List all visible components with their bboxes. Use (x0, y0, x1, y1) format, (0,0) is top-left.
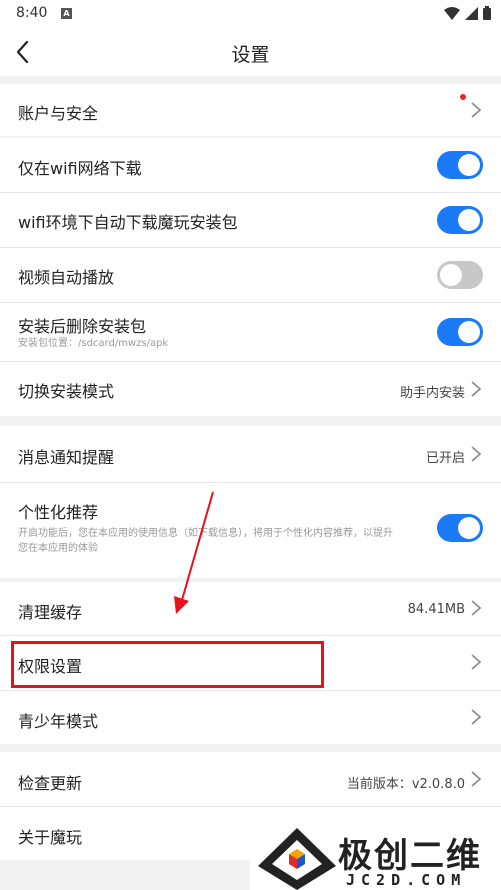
notifications-label: 消息通知提醒 (18, 448, 115, 467)
battery-icon (483, 6, 491, 20)
wifi-auto-download-label: wifi环境下自动下载魔玩安装包 (18, 213, 238, 232)
chevron-right-icon (471, 771, 482, 787)
video-autoplay-label: 视频自动播放 (18, 268, 115, 287)
notifications-value: 已开启 (425, 451, 465, 466)
status-icons (444, 6, 491, 20)
chevron-right-icon (471, 709, 482, 725)
settings-group-account: 账户与安全 (0, 84, 501, 136)
settings-group-download: 仅在wifi网络下载 wifi环境下自动下载魔玩安装包 视频自动播放 安装后删除… (0, 138, 501, 416)
delete-after-install-label: 安装后删除安装包 (18, 317, 147, 336)
settings-group-notifications: 消息通知提醒 已开启 个性化推荐 开启功能后，您在本应用的使用信息（如下载信息）… (0, 426, 501, 578)
toggle-knob (458, 517, 480, 539)
clear-cache-label: 清理缓存 (18, 603, 83, 622)
chevron-right-icon (471, 600, 482, 616)
chevron-right-icon (471, 446, 482, 462)
toggle-knob (458, 154, 480, 176)
account-security-label: 账户与安全 (18, 104, 99, 123)
toggle-knob (440, 264, 462, 286)
chevron-right-icon (471, 102, 482, 118)
status-bar: 8:40 A (0, 0, 501, 28)
wifi-download-only-row: 仅在wifi网络下载 (0, 138, 501, 192)
wifi-icon (444, 6, 460, 20)
notifications-row[interactable]: 消息通知提醒 已开启 (0, 426, 501, 482)
teen-mode-row[interactable]: 青少年模式 (0, 691, 501, 744)
watermark: 极创二维 JC2D.COM (250, 826, 501, 890)
install-path-text: 安装包位置：/sdcard/mwzs/apk (18, 338, 169, 349)
logo-icon (258, 828, 336, 890)
personalized-description-line1: 开启功能后，您在本应用的使用信息（如下载信息），将用于个性化内容推荐，以提升 (18, 528, 393, 539)
wifi-download-only-toggle[interactable] (437, 151, 483, 179)
cache-size-value: 84.41MB (407, 602, 465, 617)
clear-cache-row[interactable]: 清理缓存 84.41MB (0, 582, 501, 635)
wifi-auto-download-row: wifi环境下自动下载魔玩安装包 (0, 193, 501, 247)
video-autoplay-toggle[interactable] (437, 261, 483, 289)
personalized-label: 个性化推荐 (18, 503, 99, 522)
page-title: 设置 (231, 44, 270, 66)
signal-icon (465, 6, 478, 20)
chevron-right-icon (471, 654, 482, 670)
install-mode-label: 切换安装模式 (18, 382, 115, 401)
watermark-text: 极创二维 (338, 836, 482, 876)
install-mode-row[interactable]: 切换安装模式 助手内安装 (0, 362, 501, 416)
status-time: 8:40 (16, 5, 48, 21)
install-mode-value: 助手内安装 (399, 386, 465, 401)
personalized-toggle[interactable] (437, 514, 483, 542)
teen-mode-label: 青少年模式 (18, 712, 99, 731)
check-update-row[interactable]: 检查更新 当前版本：v2.0.8.0 (0, 752, 501, 806)
chevron-right-icon (471, 381, 482, 397)
check-update-label: 检查更新 (18, 774, 83, 793)
red-dot-badge (460, 94, 466, 100)
personalized-description-line2: 您在本应用的体验 (18, 543, 98, 554)
highlight-box (11, 641, 324, 688)
personalized-row: 个性化推荐 开启功能后，您在本应用的使用信息（如下载信息），将用于个性化内容推荐… (0, 483, 501, 578)
wifi-auto-download-toggle[interactable] (437, 206, 483, 234)
toggle-knob (458, 209, 480, 231)
delete-after-install-toggle[interactable] (437, 318, 483, 346)
wifi-download-only-label: 仅在wifi网络下载 (18, 159, 142, 178)
navigation-bar: 设置 (0, 28, 501, 76)
notification-icon: A (61, 8, 72, 19)
delete-after-install-row: 安装后删除安装包 安装包位置：/sdcard/mwzs/apk (0, 303, 501, 361)
current-version-value: 当前版本：v2.0.8.0 (346, 777, 465, 792)
watermark-subtext: JC2D.COM (346, 871, 467, 889)
video-autoplay-row: 视频自动播放 (0, 248, 501, 302)
about-label: 关于魔玩 (18, 828, 83, 847)
toggle-knob (458, 321, 480, 343)
account-security-row[interactable]: 账户与安全 (0, 84, 501, 136)
